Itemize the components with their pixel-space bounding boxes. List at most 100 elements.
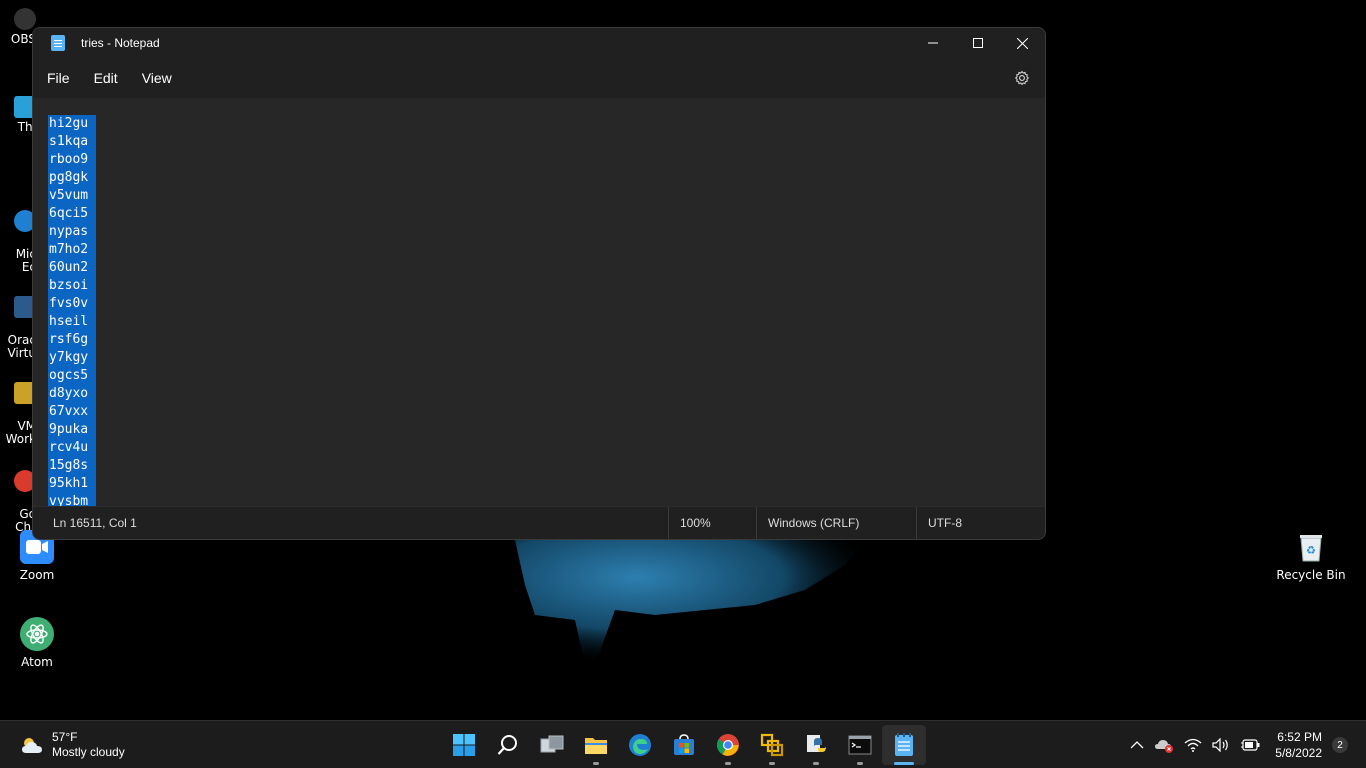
close-button[interactable]: [1000, 28, 1045, 58]
weather-temp: 57°F: [52, 730, 78, 744]
obs-icon: [14, 8, 36, 30]
windows-logo-icon: [453, 734, 475, 756]
notepad-window: tries - Notepad File Edit View hi2gu s1kq…: [32, 27, 1046, 540]
encoding: UTF-8: [916, 507, 962, 539]
taskbar-file-explorer[interactable]: [574, 721, 618, 768]
desktop-icon-vmware[interactable]: VM Work: [0, 356, 36, 446]
minimize-icon: [927, 42, 938, 44]
task-view-button[interactable]: [530, 721, 574, 768]
status-bar: Ln 16511, Col 1 100% Windows (CRLF) UTF-…: [33, 506, 1045, 539]
maximize-icon: [972, 38, 983, 48]
store-icon: [674, 734, 694, 755]
vmware-icon: [760, 733, 784, 757]
clock-time: 6:52 PM: [1277, 730, 1322, 744]
desktop-icon-this-pc[interactable]: Thi: [0, 96, 36, 134]
selected-text: hi2gu s1kqa rboo9 pg8gk v5vum 6qci5 nypas m7ho2…: [48, 115, 96, 506]
clock[interactable]: 6:52 PM 5/8/2022: [1275, 729, 1322, 761]
folder-icon: [585, 738, 607, 754]
wifi-icon: [1184, 738, 1202, 752]
menu-bar: File Edit View: [33, 58, 1045, 98]
chevron-up-icon: [1130, 741, 1144, 749]
running-indicator: [725, 762, 731, 765]
show-hidden-icons-button[interactable]: [1130, 740, 1144, 750]
cloudy-icon: [22, 738, 42, 753]
chrome-icon: [717, 734, 739, 756]
maximize-button[interactable]: [955, 28, 1000, 58]
cloud-error-icon: [1155, 740, 1174, 753]
minimize-button[interactable]: [910, 28, 955, 58]
recycle-bin-icon: ♻: [1294, 530, 1328, 564]
weather-widget[interactable]: 57°F Mostly cloudy: [20, 730, 125, 760]
text-line: 15g8s: [48, 457, 96, 475]
volume-button[interactable]: [1212, 738, 1230, 752]
text-line: 67vxx: [48, 403, 96, 421]
menu-view[interactable]: View: [131, 70, 183, 86]
text-line: bzsoi: [48, 277, 96, 295]
text-line: nypas: [48, 223, 96, 241]
notification-badge[interactable]: 2: [1332, 737, 1348, 753]
python-icon: [807, 735, 826, 752]
svg-text:♻: ♻: [1306, 544, 1316, 557]
taskbar-notepad[interactable]: [882, 725, 926, 765]
terminal-icon: [848, 735, 872, 755]
text-line: y7kgy: [48, 349, 96, 367]
menu-edit[interactable]: Edit: [83, 70, 129, 86]
notepad-icon: [895, 733, 913, 756]
battery-button[interactable]: [1240, 738, 1260, 752]
text-line: rcv4u: [48, 439, 96, 457]
taskbar-python[interactable]: [794, 721, 838, 768]
text-line: rboo9: [48, 151, 96, 169]
desktop-icon-obs[interactable]: OBS: [0, 8, 36, 46]
title-bar[interactable]: tries - Notepad: [33, 28, 1045, 58]
running-indicator: [813, 762, 819, 765]
close-icon: [1017, 37, 1028, 49]
notepad-icon: [51, 35, 65, 51]
desktop-icon-edge[interactable]: Mic Ec: [0, 184, 36, 274]
desktop-icon-virtualbox[interactable]: Orac Virtu: [0, 270, 36, 360]
clock-date: 5/8/2022: [1275, 746, 1322, 760]
text-line: 6qci5: [48, 205, 96, 223]
speaker-icon: [1212, 738, 1229, 752]
desktop-icon-chrome[interactable]: Go Chr: [0, 444, 36, 534]
search-button[interactable]: [486, 721, 530, 768]
network-button[interactable]: [1184, 738, 1202, 752]
text-line: 9puka: [48, 421, 96, 439]
zoom-level: 100%: [668, 507, 756, 539]
menu-file[interactable]: File: [36, 70, 81, 86]
window-title: tries - Notepad: [81, 36, 160, 50]
desktop-icon-atom[interactable]: Atom: [0, 617, 74, 669]
line-ending: Windows (CRLF): [756, 507, 916, 539]
text-line: rsf6g: [48, 331, 96, 349]
text-line: ogcs5: [48, 367, 96, 385]
text-editor[interactable]: hi2gu s1kqa rboo9 pg8gk v5vum 6qci5 nypas m7ho2…: [33, 98, 1045, 506]
text-line: vysbm: [48, 493, 96, 506]
text-line: v5vum: [48, 187, 96, 205]
search-icon: [497, 735, 517, 755]
atom-icon: [20, 617, 54, 651]
taskbar-terminal[interactable]: [838, 721, 882, 768]
taskbar-chrome[interactable]: [706, 721, 750, 768]
running-indicator: [857, 762, 863, 765]
running-indicator: [593, 762, 599, 765]
cursor-position: Ln 16511, Col 1: [53, 516, 137, 530]
settings-button[interactable]: [1013, 69, 1031, 87]
taskbar-vmware[interactable]: [750, 721, 794, 768]
start-button[interactable]: [442, 721, 486, 768]
taskbar-edge[interactable]: [618, 721, 662, 768]
taskbar: 57°F Mostly cloudy 6:52 PM 5/8/2022 2: [0, 720, 1366, 768]
text-line: hi2gu: [48, 115, 96, 133]
desktop-icon-recycle-bin[interactable]: ♻ Recycle Bin: [1274, 530, 1348, 582]
text-line: hseil: [48, 313, 96, 331]
active-indicator: [894, 762, 914, 765]
taskbar-store[interactable]: [662, 721, 706, 768]
wallpaper-splash: [515, 540, 865, 665]
onedrive-button[interactable]: [1154, 737, 1174, 753]
text-line: pg8gk: [48, 169, 96, 187]
text-line: fvs0v: [48, 295, 96, 313]
text-line: 95kh1: [48, 475, 96, 493]
text-line: s1kqa: [48, 133, 96, 151]
text-line: d8yxo: [48, 385, 96, 403]
edge-icon: [629, 734, 651, 756]
running-indicator: [769, 762, 775, 765]
text-line: m7ho2: [48, 241, 96, 259]
